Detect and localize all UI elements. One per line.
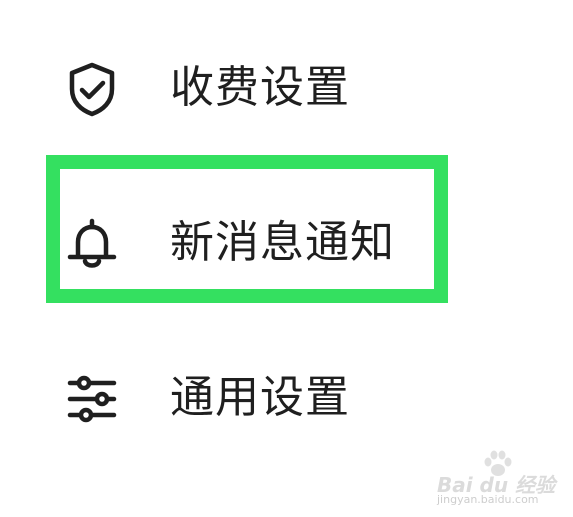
sliders-icon	[62, 369, 122, 429]
menu-item-label: 新消息通知	[170, 217, 395, 268]
watermark: Bai du 经验 jingyan.baidu.com	[437, 449, 555, 509]
bell-icon	[62, 214, 122, 274]
watermark-site: jingyan.baidu.com	[437, 493, 539, 506]
menu-item-label: 通用设置	[170, 372, 350, 423]
menu-item-general-settings[interactable]: 通用设置	[0, 347, 573, 447]
menu-item-new-message-notification[interactable]: 新消息通知	[0, 192, 573, 292]
menu-item-label: 收费设置	[170, 62, 350, 113]
settings-menu: 收费设置 新消息通知 通用设置	[0, 0, 573, 517]
shield-check-icon	[62, 59, 122, 119]
menu-item-fee-settings[interactable]: 收费设置	[0, 37, 573, 137]
